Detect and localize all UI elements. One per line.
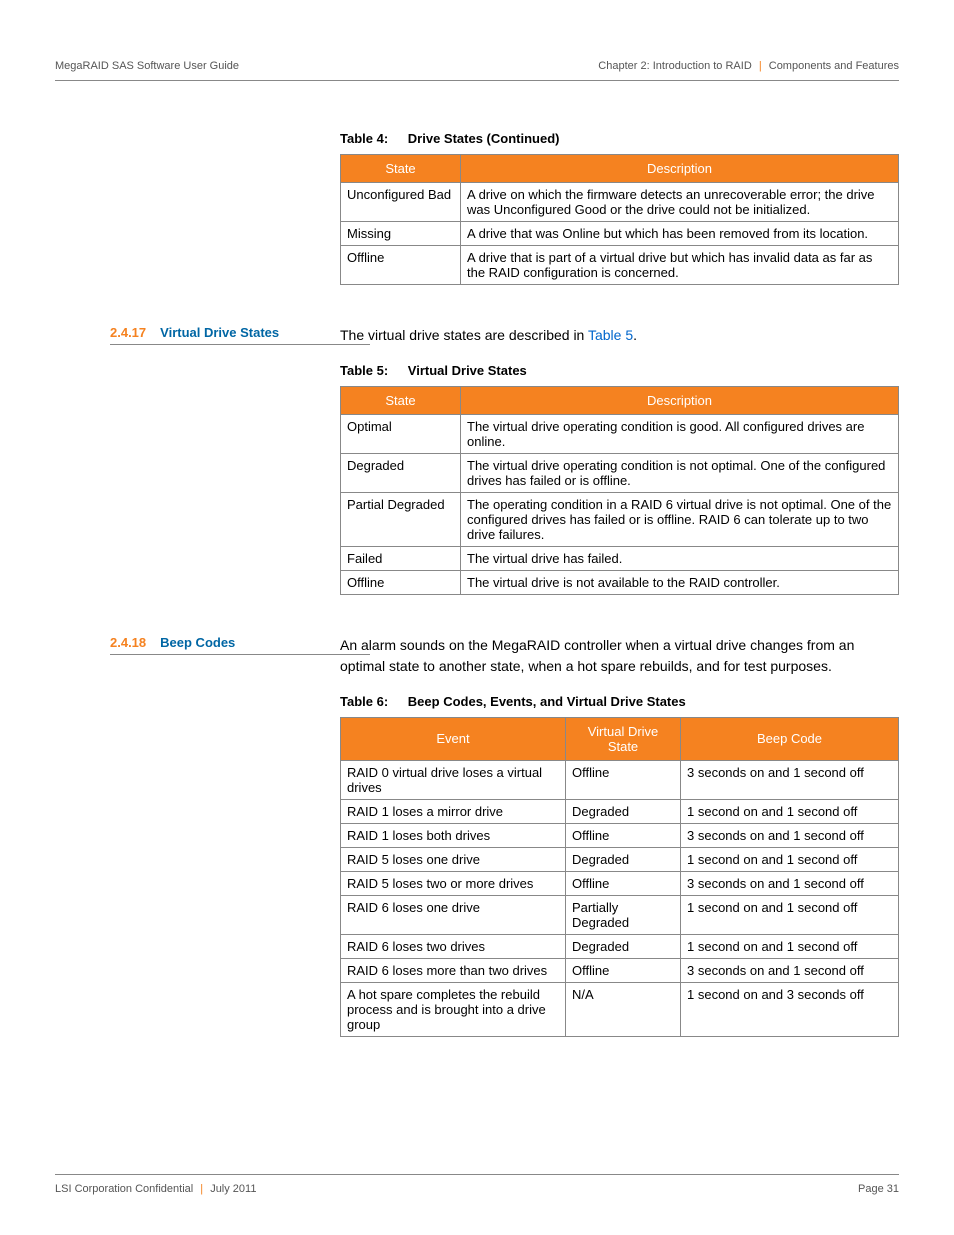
table-row: RAID 1 loses both drivesOffline3 seconds… [341, 823, 899, 847]
table-cell: A drive on which the firmware detects an… [461, 183, 899, 222]
table-row: A hot spare completes the rebuild proces… [341, 982, 899, 1036]
table-cell: 3 seconds on and 1 second off [681, 958, 899, 982]
table-row: RAID 6 loses more than two drivesOffline… [341, 958, 899, 982]
sec17-intro: The virtual drive states are described i… [340, 325, 899, 345]
table-cell: 3 seconds on and 1 second off [681, 823, 899, 847]
table-row: RAID 5 loses one driveDegraded1 second o… [341, 847, 899, 871]
table-cell: A hot spare completes the rebuild proces… [341, 982, 566, 1036]
table-cell: Unconfigured Bad [341, 183, 461, 222]
table-cell: RAID 6 loses one drive [341, 895, 566, 934]
table-cell: Offline [341, 246, 461, 285]
table4: State Description Unconfigured BadA driv… [340, 154, 899, 285]
table6-caption: Table 6: Beep Codes, Events, and Virtual… [340, 694, 899, 709]
table-cell: RAID 6 loses two drives [341, 934, 566, 958]
running-header: MegaRAID SAS Software User Guide Chapter… [55, 60, 899, 81]
table-row: Partial DegradedThe operating condition … [341, 493, 899, 547]
sec18-intro: An alarm sounds on the MegaRAID controll… [340, 635, 899, 676]
table4-header-state: State [341, 155, 461, 183]
table-cell: Degraded [341, 454, 461, 493]
table-cell: 1 second on and 1 second off [681, 799, 899, 823]
table-cell: Degraded [566, 934, 681, 958]
table-cell: 3 seconds on and 1 second off [681, 760, 899, 799]
table-row: RAID 6 loses two drivesDegraded1 second … [341, 934, 899, 958]
table4-caption: Table 4: Drive States (Continued) [340, 131, 899, 146]
table6-header-beep: Beep Code [681, 717, 899, 760]
table-cell: 1 second on and 1 second off [681, 847, 899, 871]
header-separator: | [759, 60, 762, 72]
table-cell: Missing [341, 222, 461, 246]
table-cell: Partial Degraded [341, 493, 461, 547]
table-cell: A drive that was Online but which has be… [461, 222, 899, 246]
table-cell: Offline [566, 823, 681, 847]
table5-caption: Table 5: Virtual Drive States [340, 363, 899, 378]
table-cell: Offline [341, 571, 461, 595]
table-cell: RAID 1 loses both drives [341, 823, 566, 847]
header-left: MegaRAID SAS Software User Guide [55, 60, 239, 72]
table-cell: Optimal [341, 415, 461, 454]
table-row: RAID 6 loses one drivePartially Degraded… [341, 895, 899, 934]
table-cell: The operating condition in a RAID 6 virt… [461, 493, 899, 547]
running-footer: LSI Corporation Confidential | July 2011… [55, 1174, 899, 1195]
table6: Event Virtual Drive State Beep Code RAID… [340, 717, 899, 1037]
table-row: RAID 1 loses a mirror driveDegraded1 sec… [341, 799, 899, 823]
table-cell: Offline [566, 958, 681, 982]
table5: State Description OptimalThe virtual dri… [340, 386, 899, 595]
table5-header-state: State [341, 387, 461, 415]
table6-header-vds: Virtual Drive State [566, 717, 681, 760]
table-cell: 1 second on and 1 second off [681, 895, 899, 934]
section-heading-virtual-drive-states: 2.4.17 Virtual Drive States [110, 325, 370, 345]
table-row: OfflineThe virtual drive is not availabl… [341, 571, 899, 595]
table-cell: 1 second on and 3 seconds off [681, 982, 899, 1036]
table-cell: Failed [341, 547, 461, 571]
header-right: Chapter 2: Introduction to RAID | Compon… [598, 60, 899, 72]
table-cell: Offline [566, 871, 681, 895]
table6-header-event: Event [341, 717, 566, 760]
section-heading-beep-codes: 2.4.18 Beep Codes [110, 635, 370, 655]
table4-header-description: Description [461, 155, 899, 183]
table-row: OptimalThe virtual drive operating condi… [341, 415, 899, 454]
footer-right: Page 31 [858, 1183, 899, 1195]
table-cell: Degraded [566, 799, 681, 823]
table-row: FailedThe virtual drive has failed. [341, 547, 899, 571]
footer-left: LSI Corporation Confidential | July 2011 [55, 1183, 256, 1195]
table5-header-description: Description [461, 387, 899, 415]
table-cell: RAID 1 loses a mirror drive [341, 799, 566, 823]
table-cell: The virtual drive operating condition is… [461, 415, 899, 454]
table-row: MissingA drive that was Online but which… [341, 222, 899, 246]
table-row: OfflineA drive that is part of a virtual… [341, 246, 899, 285]
table-cell: Degraded [566, 847, 681, 871]
table-cell: RAID 5 loses one drive [341, 847, 566, 871]
table-cell: RAID 6 loses more than two drives [341, 958, 566, 982]
table-cell: The virtual drive is not available to th… [461, 571, 899, 595]
table-cell: A drive that is part of a virtual drive … [461, 246, 899, 285]
table-row: RAID 0 virtual drive loses a virtual dri… [341, 760, 899, 799]
table-cell: The virtual drive operating condition is… [461, 454, 899, 493]
table-cell: Partially Degraded [566, 895, 681, 934]
table-cell: RAID 0 virtual drive loses a virtual dri… [341, 760, 566, 799]
table-cell: N/A [566, 982, 681, 1036]
table-cell: 1 second on and 1 second off [681, 934, 899, 958]
footer-separator: | [200, 1183, 203, 1195]
table-cell: RAID 5 loses two or more drives [341, 871, 566, 895]
table-row: Unconfigured BadA drive on which the fir… [341, 183, 899, 222]
table-cell: 3 seconds on and 1 second off [681, 871, 899, 895]
table-cell: Offline [566, 760, 681, 799]
table-row: DegradedThe virtual drive operating cond… [341, 454, 899, 493]
table-row: RAID 5 loses two or more drivesOffline3 … [341, 871, 899, 895]
table-cell: The virtual drive has failed. [461, 547, 899, 571]
table5-link[interactable]: Table 5 [588, 327, 633, 343]
